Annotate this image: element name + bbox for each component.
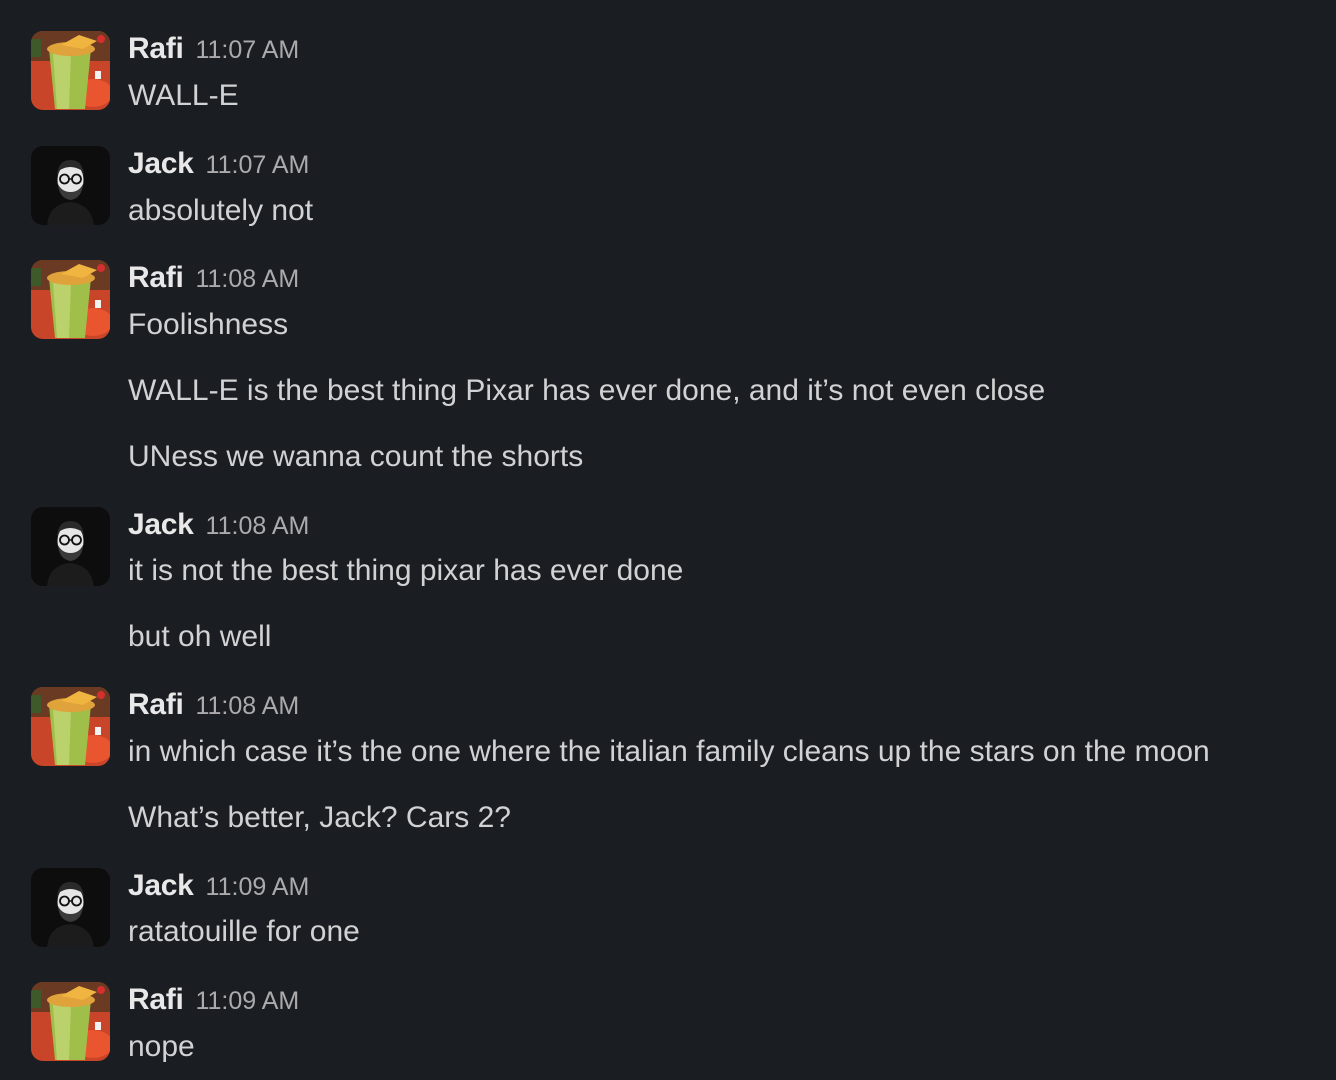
author-name[interactable]: Rafi — [128, 32, 184, 65]
timestamp[interactable]: 11:08 AM — [206, 512, 310, 540]
timestamp[interactable]: 11:08 AM — [195, 692, 299, 720]
timestamp[interactable]: 11:07 AM — [206, 151, 310, 179]
message-text: in which case it’s the one where the ita… — [128, 735, 1210, 768]
message-header: Rafi 11:08 AM — [128, 687, 299, 728]
jack-avatar[interactable] — [31, 507, 110, 586]
message-text: it is not the best thing pixar has ever … — [128, 554, 684, 587]
jack-avatar[interactable] — [31, 868, 110, 947]
green-drink-avatar-icon — [31, 260, 110, 339]
author-name[interactable]: Rafi — [128, 983, 184, 1016]
green-drink-avatar-icon — [31, 982, 110, 1061]
bearded-man-glasses-avatar-icon — [31, 507, 110, 586]
timestamp[interactable]: 11:07 AM — [195, 36, 299, 64]
timestamp[interactable]: 11:09 AM — [206, 873, 310, 901]
jack-avatar[interactable] — [31, 146, 110, 225]
message-text: UNess we wanna count the shorts — [128, 440, 584, 473]
author-name[interactable]: Jack — [128, 869, 194, 902]
message-text: absolutely not — [128, 194, 314, 227]
green-drink-avatar-icon — [31, 31, 110, 110]
rafi-avatar[interactable] — [31, 982, 110, 1061]
message-text: but oh well — [128, 620, 272, 653]
author-name[interactable]: Rafi — [128, 261, 184, 294]
timestamp[interactable]: 11:09 AM — [195, 987, 299, 1015]
message-text: WALL-E is the best thing Pixar has ever … — [128, 374, 1046, 407]
message-header: Rafi 11:09 AM — [128, 982, 299, 1023]
rafi-avatar[interactable] — [31, 260, 110, 339]
message-text: ratatouille for one — [128, 915, 360, 948]
message-header: Rafi 11:08 AM — [128, 260, 299, 301]
green-drink-avatar-icon — [31, 687, 110, 766]
message-text: WALL-E — [128, 79, 239, 112]
message-header: Jack 11:08 AM — [128, 507, 309, 548]
author-name[interactable]: Jack — [128, 147, 194, 180]
message-text: nope — [128, 1030, 195, 1063]
author-name[interactable]: Jack — [128, 508, 194, 541]
rafi-avatar[interactable] — [31, 687, 110, 766]
bearded-man-glasses-avatar-icon — [31, 868, 110, 947]
message-text: Foolishness — [128, 308, 289, 341]
message-header: Rafi 11:07 AM — [128, 31, 299, 72]
message-header: Jack 11:09 AM — [128, 868, 309, 909]
author-name[interactable]: Rafi — [128, 688, 184, 721]
bearded-man-glasses-avatar-icon — [31, 146, 110, 225]
message-text: What’s better, Jack? Cars 2? — [128, 801, 511, 834]
timestamp[interactable]: 11:08 AM — [195, 265, 299, 293]
rafi-avatar[interactable] — [31, 31, 110, 110]
message-header: Jack 11:07 AM — [128, 146, 309, 187]
